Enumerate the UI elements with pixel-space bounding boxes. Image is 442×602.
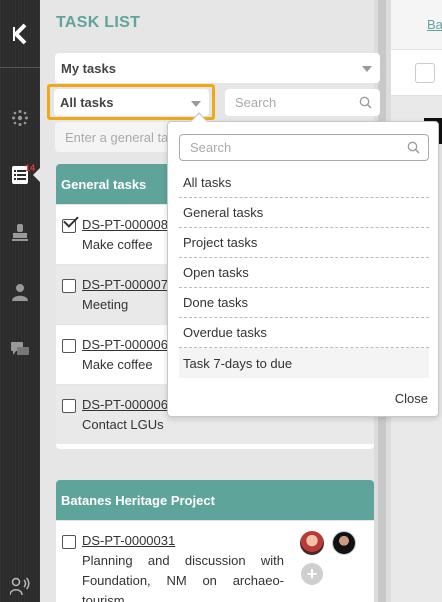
filter-select[interactable]: All tasks [54, 89, 209, 116]
dropdown-option-project-tasks[interactable]: Project tasks [179, 228, 429, 258]
task-checkbox[interactable] [62, 399, 76, 413]
task-card-project: Batanes Heritage Project DS-PT-0000031 P… [56, 480, 374, 602]
filter-dropdown: Search All tasks General tasks Project t… [167, 121, 439, 417]
task-id-link[interactable]: DS-PT-000006 [82, 337, 168, 352]
dropdown-option-all-tasks[interactable]: All tasks [179, 168, 429, 198]
caret-down-icon [362, 66, 372, 72]
right-panel-row [391, 50, 442, 96]
caret-down-icon [191, 100, 201, 107]
avatar[interactable] [332, 531, 356, 555]
general-task-placeholder: Enter a general task [65, 129, 182, 145]
task-id-link[interactable]: DS-PT-0000031 [82, 533, 175, 548]
user-voice-icon[interactable] [10, 576, 30, 596]
filter-select-value: All tasks [60, 95, 114, 110]
search-icon [359, 96, 372, 109]
dropdown-option-done-tasks[interactable]: Done tasks [179, 288, 429, 318]
panel-title: TASK LIST [56, 14, 141, 31]
stamp-icon[interactable] [10, 223, 30, 243]
owner-select[interactable]: My tasks [55, 53, 380, 83]
dropdown-option-7-days[interactable]: Task 7-days to due [179, 348, 429, 378]
task-search-input[interactable]: Search [225, 89, 380, 116]
task-checkbox[interactable] [62, 535, 76, 549]
task-checkbox[interactable] [62, 219, 76, 233]
dropdown-option-open-tasks[interactable]: Open tasks [179, 258, 429, 288]
task-name: Meeting [82, 297, 129, 312]
right-panel-header: Ba [391, 0, 442, 50]
avatar[interactable] [300, 531, 324, 555]
task-checkbox[interactable] [62, 339, 76, 353]
user-icon[interactable] [10, 282, 30, 302]
task-description: Planning and discussion with Foundation,… [82, 553, 284, 602]
search-icon [407, 141, 420, 154]
add-assignee-button[interactable]: + [301, 563, 323, 585]
task-id-link[interactable]: DS-PT-000007 [82, 277, 168, 292]
owner-select-value: My tasks [61, 60, 116, 76]
dropdown-search-placeholder: Search [190, 140, 232, 155]
task-name: Contact LGUs [82, 417, 164, 432]
dropdown-option-general-tasks[interactable]: General tasks [179, 198, 429, 228]
chevron-left-icon [13, 23, 27, 44]
task-name: Make coffee [82, 357, 153, 372]
task-id-link[interactable]: DS-PT-000008 [82, 217, 168, 232]
dropdown-options: All tasks General tasks Project tasks Op… [179, 168, 429, 378]
dashboard-icon[interactable] [10, 108, 30, 128]
dropdown-pointer-fill [191, 114, 207, 122]
card-header[interactable]: Batanes Heritage Project [56, 480, 374, 520]
select-checkbox[interactable] [415, 63, 435, 83]
task-id-link[interactable]: DS-PT-000006 [82, 397, 168, 412]
collapse-button[interactable] [0, 0, 40, 68]
chat-icon[interactable] [10, 340, 30, 360]
right-panel-link[interactable]: Ba [427, 17, 442, 32]
task-name: Make coffee [82, 237, 153, 252]
dropdown-option-overdue-tasks[interactable]: Overdue tasks [179, 318, 429, 348]
icon-rail: 14 [0, 0, 41, 602]
search-placeholder: Search [235, 95, 277, 110]
dropdown-close-button[interactable]: Close [395, 391, 428, 406]
task-checkbox[interactable] [62, 279, 76, 293]
dropdown-search-input[interactable]: Search [179, 134, 429, 161]
task-row[interactable]: DS-PT-0000031 Planning and discussion wi… [56, 520, 374, 602]
